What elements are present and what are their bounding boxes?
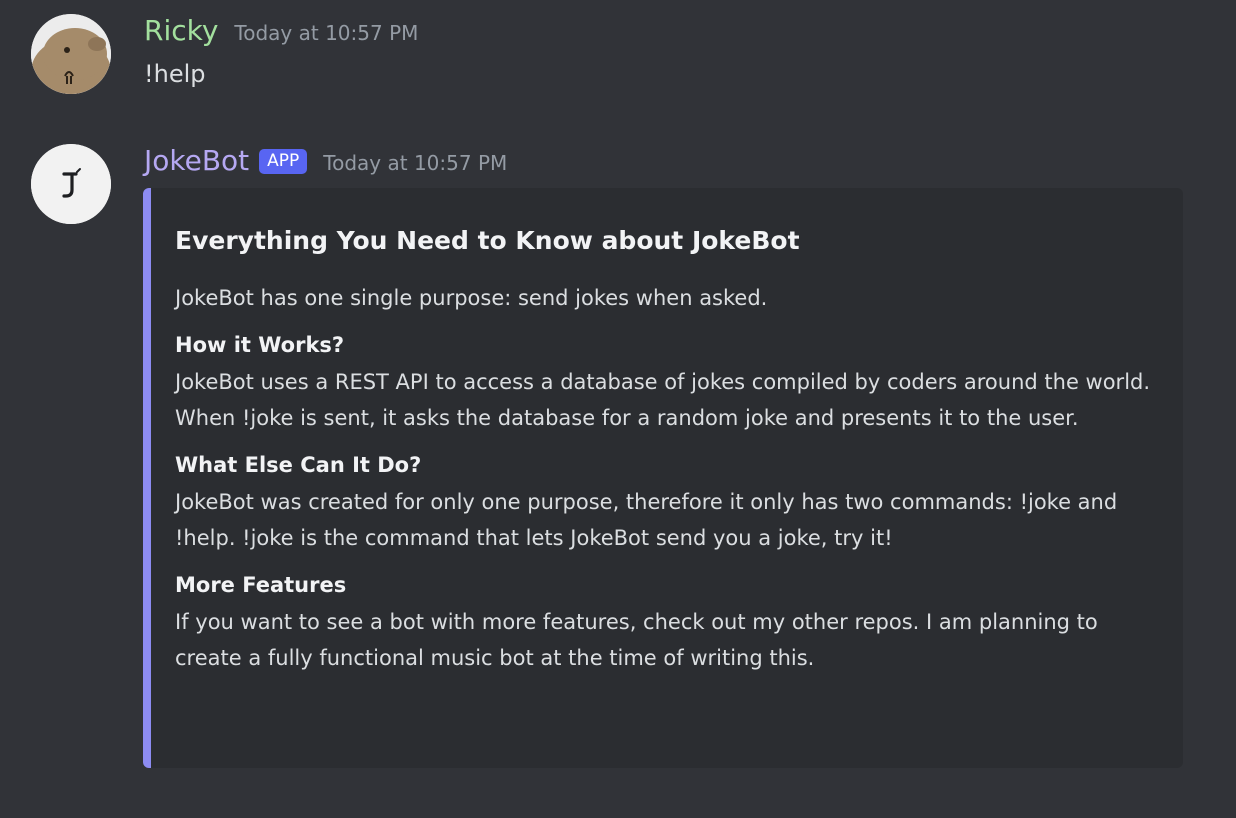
embed-field-value: JokeBot uses a REST API to access a data… [175,370,1151,430]
username[interactable]: Ricky [144,14,218,47]
embed-field: What Else Can It Do? JokeBot was created… [175,450,1153,556]
bot-avatar[interactable] [31,144,111,224]
embed: Everything You Need to Know about JokeBo… [143,188,1183,768]
embed-field-value: JokeBot was created for only one purpose… [175,490,1118,550]
timestamp[interactable]: Today at 10:57 PM [234,21,418,45]
embed-title: Everything You Need to Know about JokeBo… [175,226,800,255]
app-badge: APP [259,149,308,174]
embed-field-name: How it Works? [175,333,345,357]
embed-field: More Features If you want to see a bot w… [175,570,1153,676]
capybara-avatar-icon [31,14,111,94]
message-content: !help [144,60,206,88]
timestamp[interactable]: Today at 10:57 PM [323,151,507,175]
embed-field-name: More Features [175,573,347,597]
jokebot-logo-icon [31,144,111,224]
message-header: JokeBot APP Today at 10:57 PM [144,144,507,178]
embed-field-name: What Else Can It Do? [175,453,422,477]
embed-field: How it Works? JokeBot uses a REST API to… [175,330,1153,436]
message-header: Ricky Today at 10:57 PM [144,14,418,47]
user-avatar[interactable] [31,14,111,94]
embed-field-value: If you want to see a bot with more featu… [175,610,1098,670]
username[interactable]: JokeBot [144,144,249,177]
embed-description: JokeBot has one single purpose: send jok… [175,286,768,310]
